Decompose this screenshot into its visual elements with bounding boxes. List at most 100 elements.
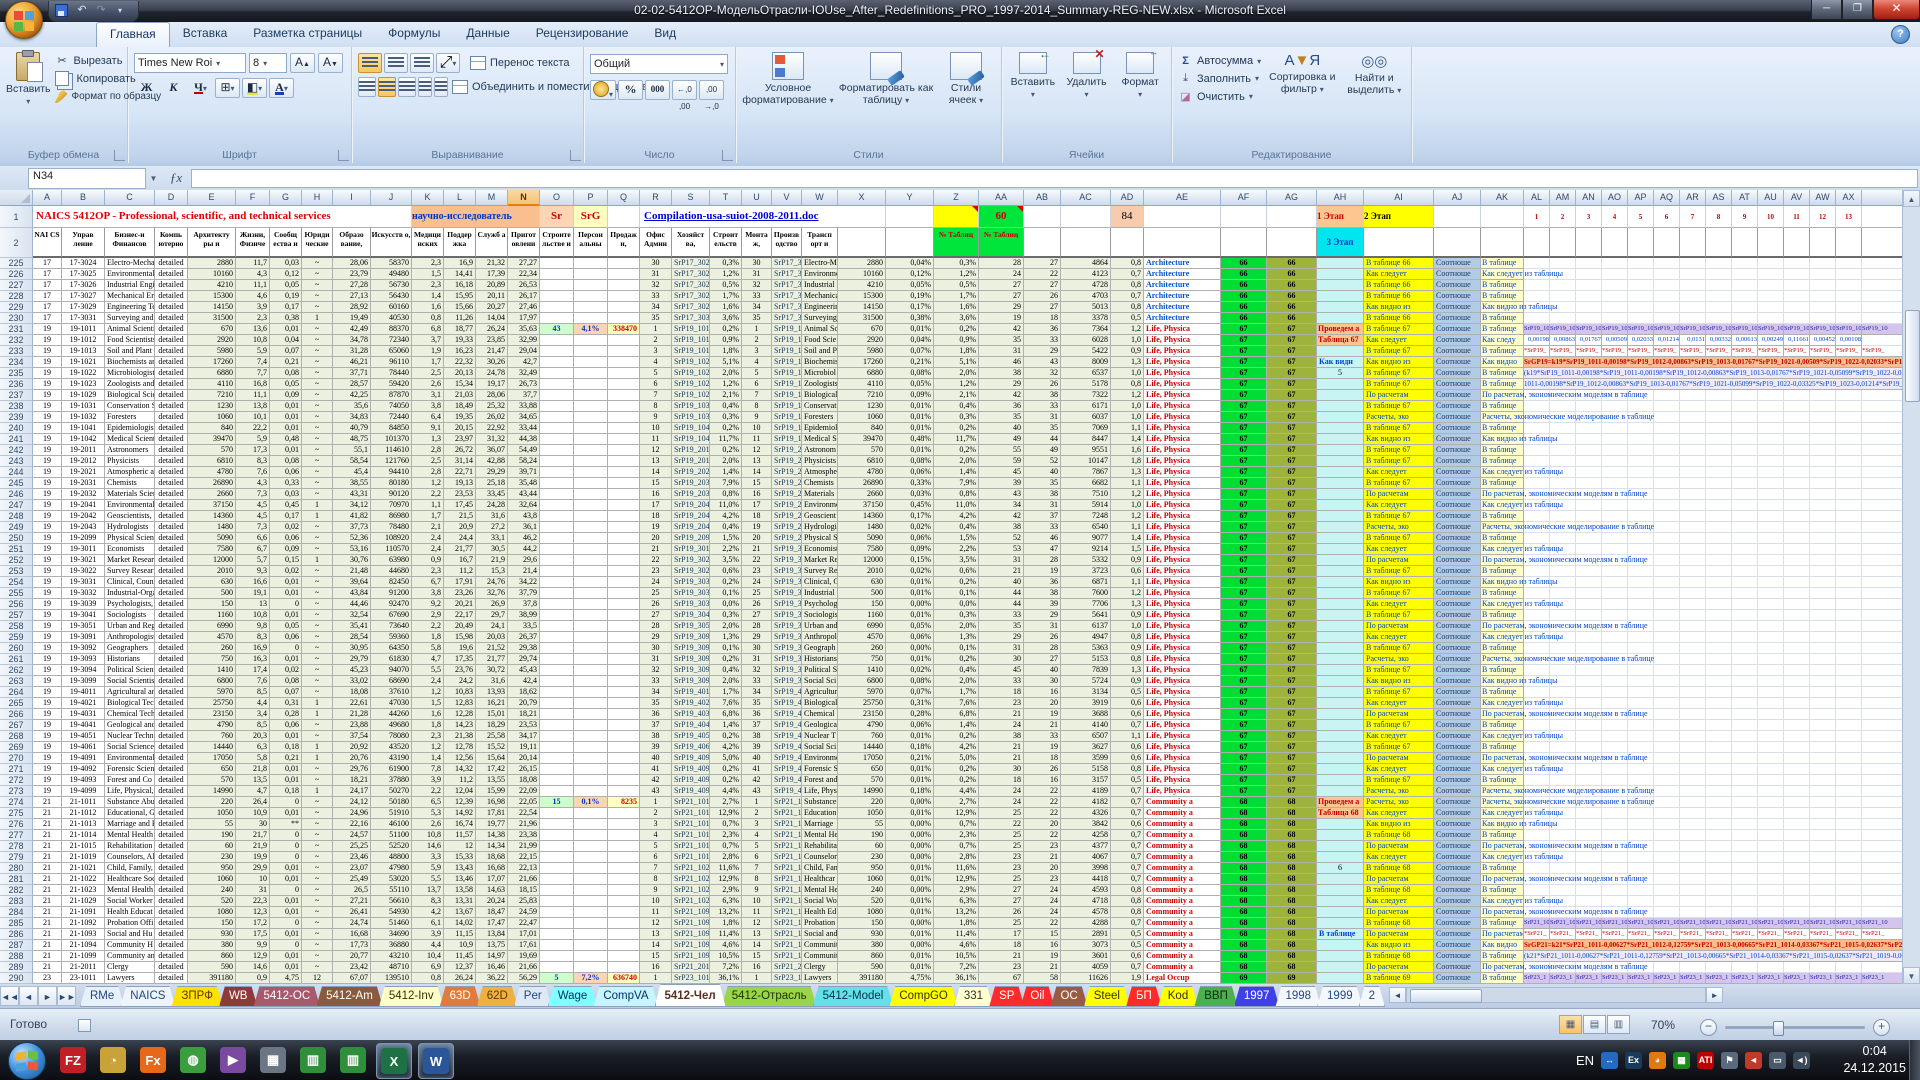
cell[interactable]: SrP19_1042 xyxy=(672,434,710,445)
cell[interactable]: 1,5 xyxy=(412,698,444,709)
cell[interactable]: 55 xyxy=(979,445,1024,456)
cell[interactable]: Social and xyxy=(802,929,838,940)
cell[interactable] xyxy=(574,346,608,357)
cell[interactable]: Forensic S xyxy=(802,764,838,775)
cell-note[interactable] xyxy=(1317,764,1364,775)
cell[interactable]: 14150 xyxy=(188,302,236,313)
cell[interactable]: 15,52 xyxy=(476,742,508,753)
cell[interactable]: 38,99 xyxy=(508,610,540,621)
cell[interactable]: 56,29 xyxy=(508,973,540,984)
cell[interactable]: 760 xyxy=(188,731,236,742)
cell[interactable]: Соотноше xyxy=(1434,313,1481,324)
cell[interactable]: 35 xyxy=(640,313,672,324)
row-header-290[interactable]: 290 xyxy=(0,973,33,984)
cell[interactable]: 19-4021 xyxy=(62,698,105,709)
cell[interactable]: SrP19_104 xyxy=(772,434,802,445)
cell[interactable]: 78440 xyxy=(371,368,412,379)
cell[interactable]: 0,7 xyxy=(1111,808,1144,819)
cell[interactable]: 7,2% xyxy=(710,962,742,973)
cell[interactable]: 91200 xyxy=(371,588,412,599)
formula-input[interactable] xyxy=(191,169,1918,188)
cell[interactable]: 67 xyxy=(1267,610,1317,621)
cell[interactable]: 23,42 xyxy=(333,962,371,973)
cell[interactable]: 29,74 xyxy=(508,654,540,665)
cell[interactable] xyxy=(608,951,640,962)
cell[interactable]: 67 xyxy=(1221,346,1267,357)
cell[interactable]: 21-1094 xyxy=(62,940,105,951)
cell-note[interactable] xyxy=(1317,599,1364,610)
cell[interactable]: 5 xyxy=(640,368,672,379)
cell[interactable]: 22,92 xyxy=(476,423,508,434)
cell[interactable]: 37 xyxy=(742,720,772,731)
cell[interactable]: 0,00% xyxy=(886,918,934,929)
cell[interactable]: Соотноше xyxy=(1434,280,1481,291)
cell[interactable]: ~ xyxy=(302,467,333,478)
cell[interactable]: 13,75 xyxy=(476,940,508,951)
cell[interactable]: Social Sci xyxy=(802,742,838,753)
row-header-276[interactable]: 276 xyxy=(0,819,33,830)
cell[interactable]: В таблице xyxy=(1481,687,1524,698)
cell-note[interactable] xyxy=(1317,555,1364,566)
cell[interactable]: Microbiologists xyxy=(105,368,155,379)
cell[interactable]: SrP19_301 xyxy=(772,544,802,555)
cell[interactable] xyxy=(1836,709,1862,720)
cell-ai1[interactable]: 2 Этап xyxy=(1364,206,1434,228)
cell[interactable]: 0,4% xyxy=(710,522,742,533)
cell[interactable]: Как видно xyxy=(1481,940,1524,951)
cell[interactable]: В таблице 67 xyxy=(1364,566,1434,577)
cell[interactable]: 21 xyxy=(33,874,62,885)
cell[interactable]: 25750 xyxy=(188,698,236,709)
cell[interactable] xyxy=(608,786,640,797)
cell[interactable]: 1 xyxy=(302,786,333,797)
cell[interactable]: 12 xyxy=(302,973,333,984)
cell[interactable]: 68 xyxy=(1267,841,1317,852)
cell[interactable]: 21,77 xyxy=(476,654,508,665)
row-header-269[interactable]: 269 xyxy=(0,742,33,753)
cell[interactable]: 67 xyxy=(1221,786,1267,797)
cell-stage-num-2[interactable]: 2 xyxy=(1550,206,1576,228)
cell[interactable]: 42,7 xyxy=(508,357,540,368)
header-cell-L2[interactable]: Поддер жка xyxy=(444,228,476,258)
cell[interactable]: Как видно из xyxy=(1364,819,1434,830)
cell[interactable]: 0,9 xyxy=(1111,610,1144,621)
cell[interactable]: 12000 xyxy=(838,555,886,566)
cell[interactable]: 0,00% xyxy=(886,797,934,808)
cell[interactable]: 13,93 xyxy=(476,687,508,698)
header-cell-AB2[interactable] xyxy=(1024,228,1061,258)
cell[interactable]: 31 xyxy=(640,269,672,280)
cell[interactable]: Соотноше xyxy=(1434,599,1481,610)
cell[interactable]: ~ xyxy=(302,566,333,577)
cell[interactable]: 23,38 xyxy=(508,830,540,841)
cell[interactable]: 24,17 xyxy=(333,786,371,797)
header-cell[interactable] xyxy=(1836,228,1862,258)
cell[interactable]: 66 xyxy=(1221,280,1267,291)
cell[interactable]: 51910 xyxy=(371,808,412,819)
cell[interactable] xyxy=(608,599,640,610)
cell[interactable]: SrP21_1091 xyxy=(672,907,710,918)
row-header-252[interactable]: 252 xyxy=(0,555,33,566)
cell[interactable]: По расчетам, экономическим моделям в таб… xyxy=(1481,962,1524,973)
cell[interactable]: 27 xyxy=(1024,654,1061,665)
cell[interactable]: 0,07% xyxy=(886,346,934,357)
cell[interactable]: 9214 xyxy=(1061,544,1111,555)
cell[interactable]: 67 xyxy=(1221,500,1267,511)
cell[interactable]: 4210 xyxy=(188,280,236,291)
cell[interactable]: 0,2% xyxy=(710,764,742,775)
cell[interactable] xyxy=(574,874,608,885)
cell[interactable]: 0,5 xyxy=(1111,313,1144,324)
cell[interactable]: 0,0% xyxy=(710,599,742,610)
cell[interactable]: 520 xyxy=(838,896,886,907)
cell[interactable]: 31 xyxy=(979,555,1024,566)
cell-styles-button[interactable]: Стили ячеек ▾ xyxy=(938,50,994,107)
cell-formula[interactable]: *SrP19_ xyxy=(1524,346,1550,357)
cell[interactable] xyxy=(1810,962,1836,973)
cell[interactable]: 68 xyxy=(1267,962,1317,973)
cell[interactable] xyxy=(540,940,574,951)
row-header-271[interactable]: 271 xyxy=(0,764,33,775)
cell[interactable]: 72340 xyxy=(371,335,412,346)
column-header-AG[interactable]: AG xyxy=(1267,190,1317,206)
cell[interactable]: 1,8% xyxy=(934,918,979,929)
column-header-K[interactable]: K xyxy=(412,190,444,206)
row-header-288[interactable]: 288 xyxy=(0,951,33,962)
cell[interactable]: 11,4% xyxy=(710,929,742,940)
